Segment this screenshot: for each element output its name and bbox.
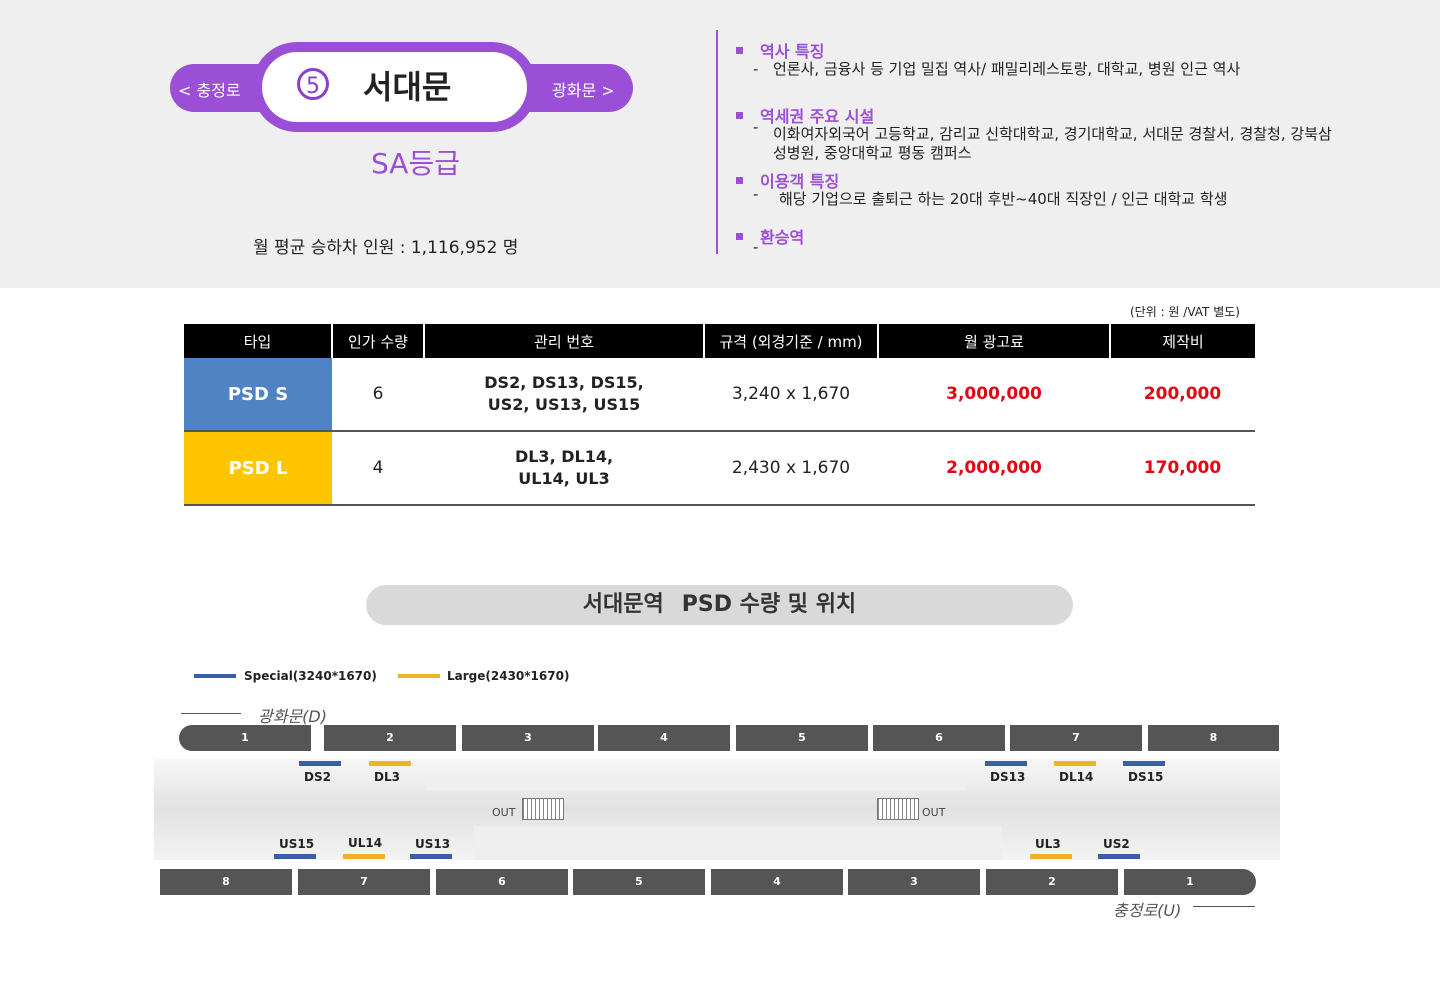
info-divider xyxy=(716,30,718,254)
psd-label: DS2 xyxy=(304,770,331,784)
exit-label: OUT xyxy=(922,806,946,819)
header-codes: 관리 번호 xyxy=(423,324,704,358)
station-name: 서대문 xyxy=(363,68,452,106)
arrow-right-icon xyxy=(1193,906,1255,907)
info-dash: - xyxy=(753,118,759,136)
train-car: 2 xyxy=(324,725,456,751)
train-car: 6 xyxy=(873,725,1005,751)
cell-size: 2,430 x 1,670 xyxy=(704,431,878,506)
psd-label: UL3 xyxy=(1035,837,1061,851)
exit-label: OUT xyxy=(492,806,516,819)
table-row: PSD S 6 DS2, DS13, DS15, US2, US13, US15 … xyxy=(184,358,1255,432)
psd-label: DS13 xyxy=(990,770,1026,784)
info-dash: - xyxy=(753,60,759,78)
header-production-fee: 제작비 xyxy=(1109,324,1255,358)
header-monthly-fee: 월 광고료 xyxy=(877,324,1110,358)
psd-marker xyxy=(1098,854,1140,859)
psd-label: DL3 xyxy=(374,770,400,784)
info-heading-features: 역사 특징 xyxy=(736,38,824,62)
stairs-icon xyxy=(522,798,564,820)
legend-special-swatch xyxy=(194,674,236,678)
train-car: 3 xyxy=(462,725,594,751)
train-car: 2 xyxy=(986,869,1118,895)
psd-label: DS15 xyxy=(1128,770,1164,784)
train-car: 5 xyxy=(573,869,705,895)
prev-station-label: < 충정로 xyxy=(178,81,241,100)
info-text-features: 언론사, 금융사 등 기업 밀집 역사/ 패밀리레스토랑, 대학교, 병원 인근… xyxy=(773,60,1241,78)
table-row: PSD L 4 DL3, DL14, UL14, UL3 2,430 x 1,67… xyxy=(184,431,1255,506)
train-car: 5 xyxy=(736,725,868,751)
psd-label: US13 xyxy=(415,837,451,851)
table-header-row: 타입 인가 수량 관리 번호 규격 (외경기준 / mm) 월 광고료 제작비 xyxy=(184,324,1255,358)
monthly-riders: 월 평균 승하차 인원 : 1,116,952 명 xyxy=(253,238,519,258)
psd-marker xyxy=(985,761,1027,766)
platform-structure xyxy=(426,776,966,790)
cell-type: PSD L xyxy=(184,431,332,506)
legend-large-label: Large(2430*1670) xyxy=(447,669,570,683)
platform-structure xyxy=(474,826,1002,860)
psd-marker xyxy=(410,854,452,859)
stairs-icon xyxy=(877,798,919,820)
cell-codes: DS2, DS13, DS15, US2, US13, US15 xyxy=(424,358,704,432)
header-count: 인가 수량 xyxy=(331,324,424,358)
cell-production-fee: 200,000 xyxy=(1110,358,1255,432)
psd-label: US15 xyxy=(279,837,315,851)
legend-special-label: Special(3240*1670) xyxy=(244,669,377,683)
train-car: 6 xyxy=(436,869,568,895)
header-size: 규격 (외경기준 / mm) xyxy=(703,324,878,358)
line-number-icon: 5 xyxy=(297,68,329,100)
bullet-icon xyxy=(736,47,743,54)
bullet-icon xyxy=(736,112,743,119)
header-type: 타입 xyxy=(184,324,332,358)
cell-production-fee: 170,000 xyxy=(1110,431,1255,506)
train-car: 1 xyxy=(1124,869,1256,895)
psd-marker xyxy=(274,854,316,859)
cell-count: 4 xyxy=(332,431,424,506)
info-dash: - xyxy=(753,185,759,203)
info-text-users: 해당 기업으로 출퇴근 하는 20대 후반~40대 직장인 / 인근 대학교 학… xyxy=(779,190,1228,208)
cell-monthly-fee: 3,000,000 xyxy=(878,358,1110,432)
arrow-left-icon xyxy=(181,713,241,714)
psd-marker xyxy=(1123,761,1165,766)
map-section-title: 서대문역 PSD 수량 및 위치 xyxy=(366,585,1073,625)
info-text-facilities: 이화여자외국어 고등학교, 감리교 신학대학교, 경기대학교, 서대문 경찰서,… xyxy=(773,125,1332,162)
direction-bottom-label: 충정로(U) xyxy=(1113,901,1182,920)
info-heading-transfer: 환승역 xyxy=(736,224,804,248)
unit-note: (단위 : 원 /VAT 별도) xyxy=(1130,305,1240,319)
cell-codes: DL3, DL14, UL14, UL3 xyxy=(424,431,704,506)
train-car: 8 xyxy=(160,869,292,895)
psd-label: DL14 xyxy=(1059,770,1094,784)
direction-top-label: 광화문(D) xyxy=(258,707,327,726)
psd-label: US2 xyxy=(1103,837,1130,851)
psd-label: UL14 xyxy=(348,836,383,850)
legend-large-swatch xyxy=(398,674,440,678)
station-grade: SA등급 xyxy=(371,147,460,180)
psd-marker xyxy=(299,761,341,766)
bullet-icon xyxy=(736,177,743,184)
psd-marker xyxy=(1030,854,1072,859)
cell-monthly-fee: 2,000,000 xyxy=(878,431,1110,506)
price-table: 타입 인가 수량 관리 번호 규격 (외경기준 / mm) 월 광고료 제작비 … xyxy=(184,324,1255,506)
next-station-label: 광화문 > xyxy=(552,81,615,100)
train-car: 1 xyxy=(179,725,311,751)
bullet-icon xyxy=(736,233,743,240)
info-dash: - xyxy=(753,238,759,256)
psd-marker xyxy=(1054,761,1096,766)
cell-count: 6 xyxy=(332,358,424,432)
cell-type: PSD S xyxy=(184,358,332,432)
train-car: 7 xyxy=(1010,725,1142,751)
train-car: 8 xyxy=(1148,725,1279,751)
train-car: 4 xyxy=(598,725,730,751)
train-car: 3 xyxy=(848,869,980,895)
psd-marker xyxy=(343,854,385,859)
info-heading-users: 이용객 특징 xyxy=(736,168,839,192)
psd-marker xyxy=(369,761,411,766)
train-car: 7 xyxy=(298,869,430,895)
cell-size: 3,240 x 1,670 xyxy=(704,358,878,432)
train-car: 4 xyxy=(711,869,843,895)
